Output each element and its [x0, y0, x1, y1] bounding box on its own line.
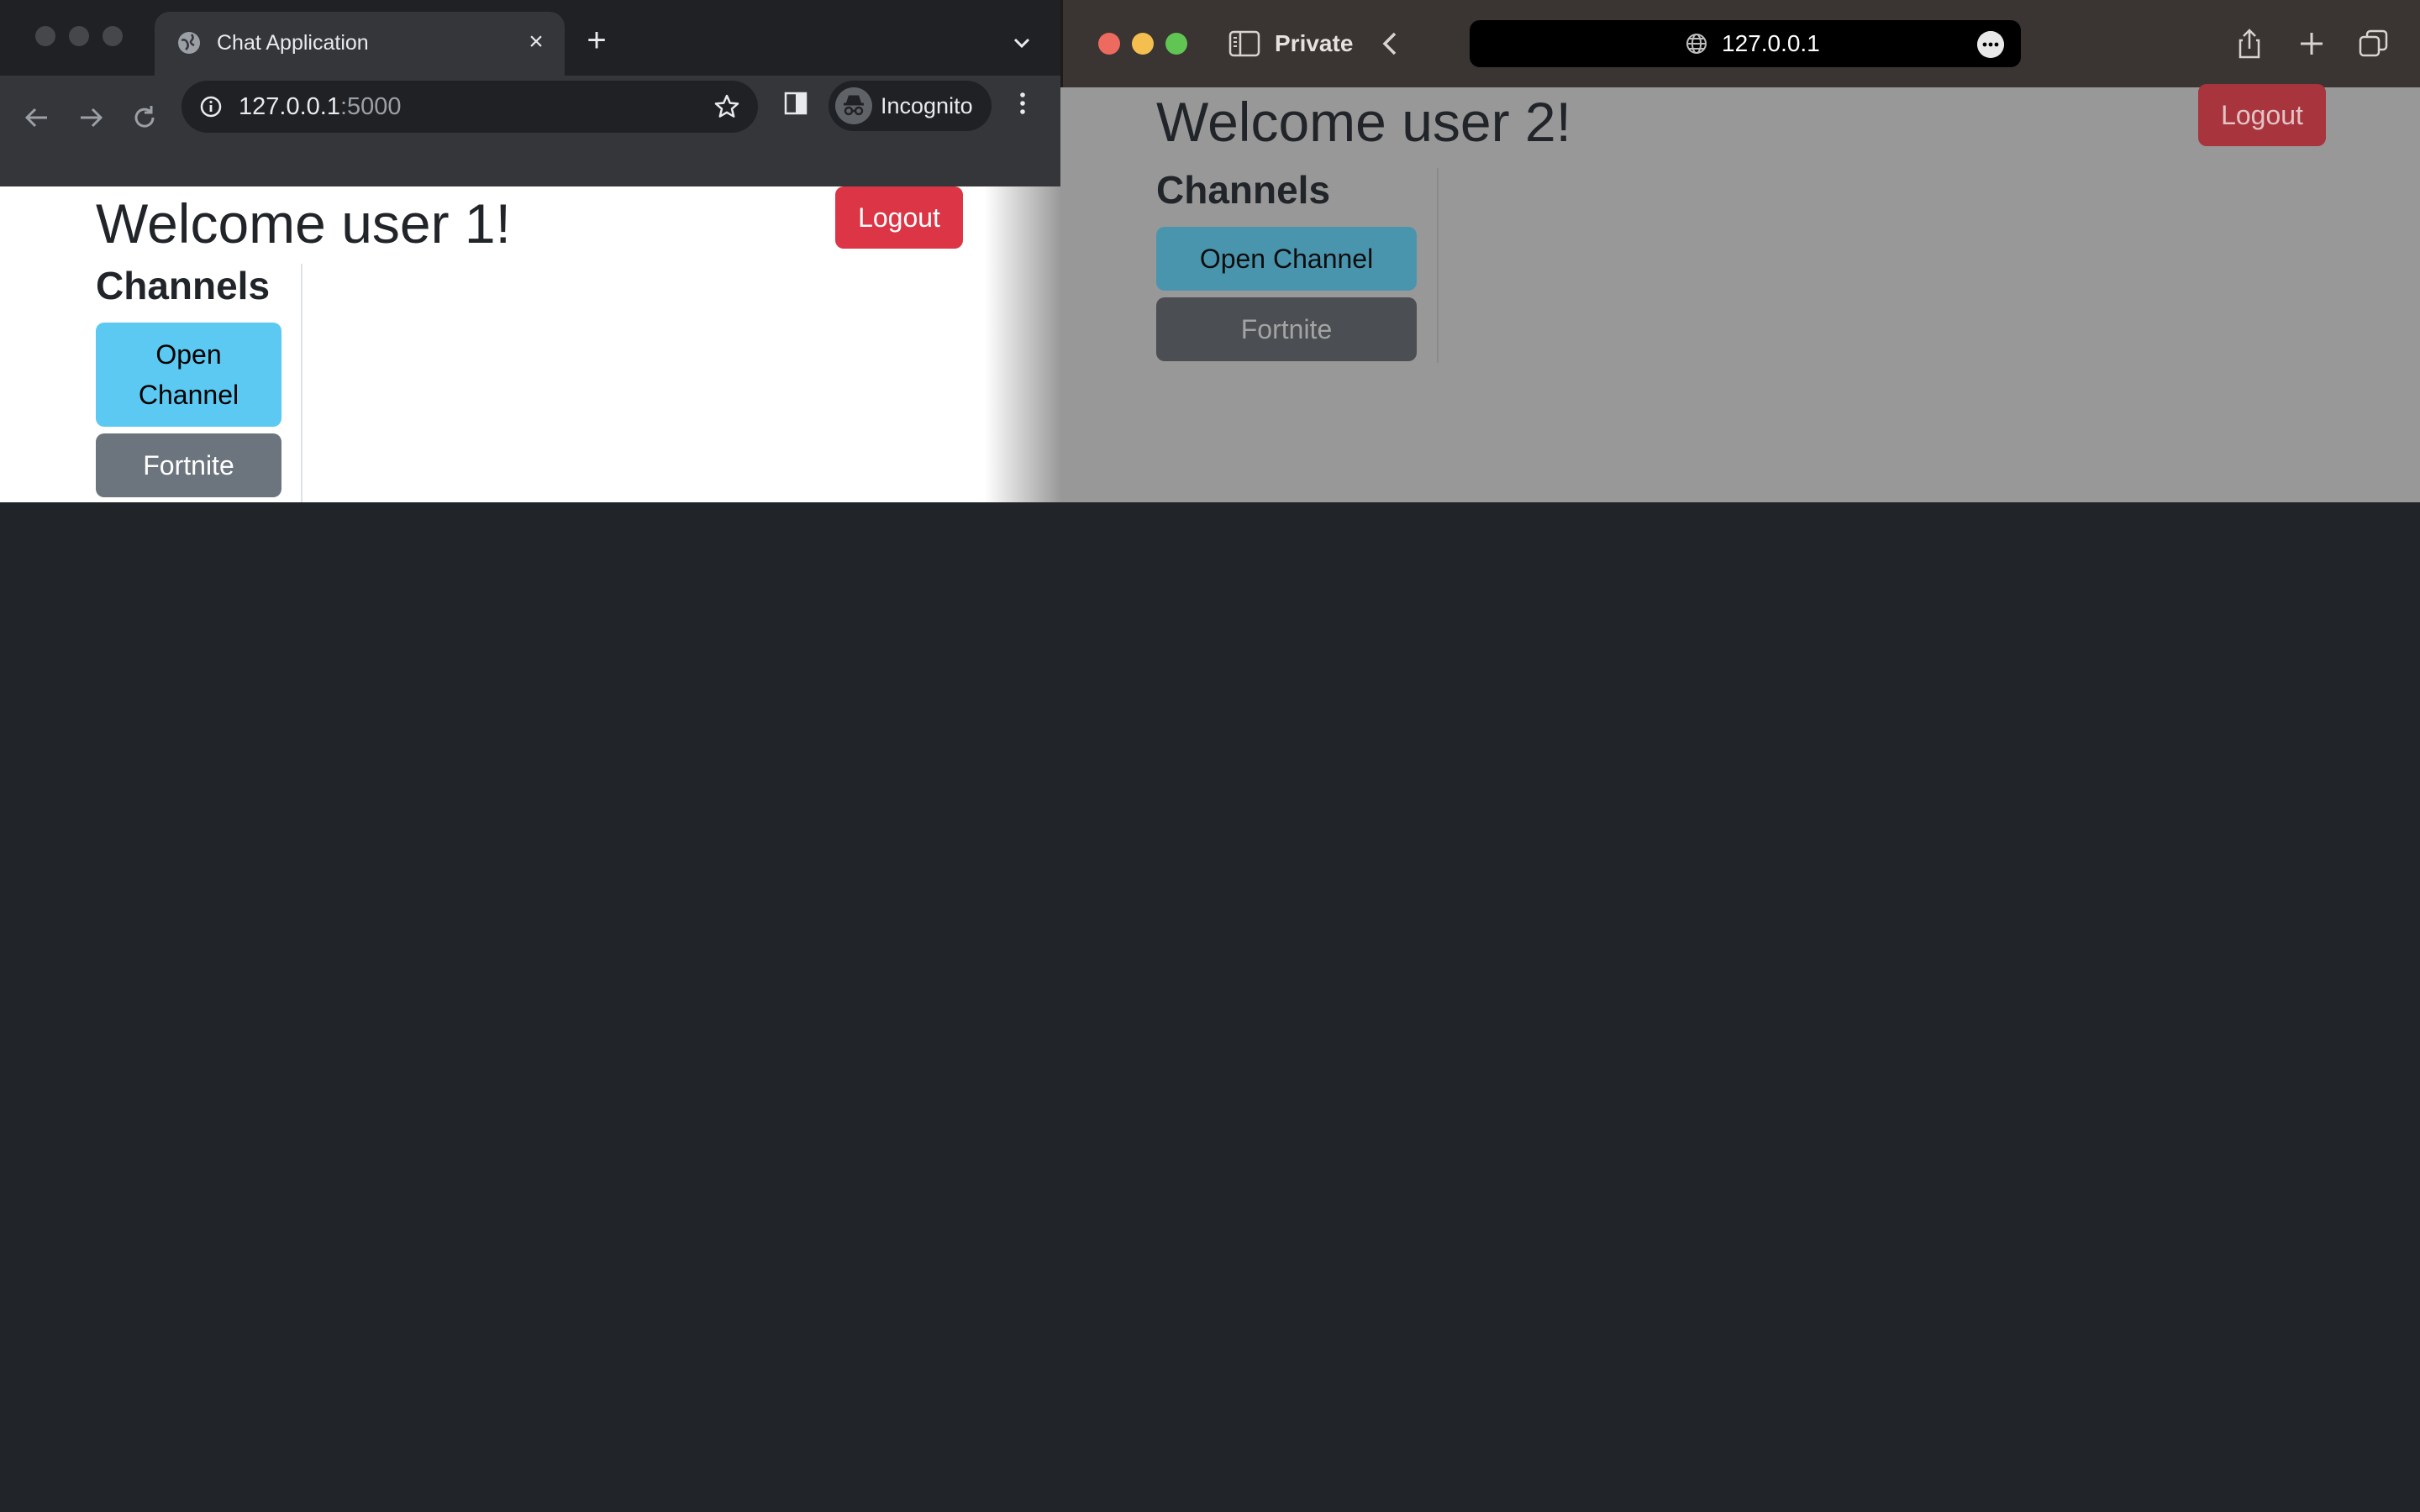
page-title: Welcome user 2! [1156, 91, 1571, 153]
chrome-tab-strip: Chat Application × + [0, 0, 1060, 77]
channels-heading: Channels [1156, 168, 1331, 212]
window-close-button[interactable] [35, 26, 55, 46]
side-panel-icon[interactable] [781, 89, 810, 118]
minimize-light-icon[interactable] [1132, 33, 1154, 55]
plus-icon[interactable] [2295, 27, 2328, 60]
window-shadow [985, 186, 1060, 502]
chevron-down-icon[interactable] [1005, 29, 1039, 57]
globe-icon [178, 32, 200, 54]
address-bar[interactable]: 127.0.0.1:5000 [182, 81, 758, 133]
back-chevron-icon[interactable] [1374, 27, 1407, 60]
channel-fortnite-button[interactable]: Fortnite [96, 433, 281, 497]
close-icon[interactable]: × [521, 27, 551, 57]
tab-title: Chat Application [217, 31, 369, 55]
page-title: Welcome user 1! [96, 192, 511, 255]
sidebar-divider [301, 264, 302, 502]
share-icon[interactable] [2233, 27, 2266, 60]
zoom-light-icon[interactable] [1165, 33, 1187, 55]
sidebar-icon[interactable] [1228, 27, 1261, 60]
channel-open-channel-button[interactable]: Open Channel [1156, 227, 1417, 291]
url-port: :5000 [339, 93, 402, 120]
more-icon[interactable] [1977, 31, 2004, 58]
back-arrow-icon[interactable] [18, 99, 55, 136]
info-icon[interactable] [198, 94, 224, 119]
address-bar[interactable]: 127.0.0.1 [1470, 20, 2021, 67]
window-zoom-button[interactable] [103, 26, 123, 46]
incognito-label: Incognito [881, 93, 973, 118]
address-url: 127.0.0.1:5000 [239, 91, 402, 123]
incognito-icon [835, 87, 872, 124]
channel-fortnite-button[interactable]: Fortnite [1156, 297, 1417, 361]
safari-window: Private 127.0.0.1 Welcome user 2! Logout… [1060, 0, 2420, 502]
safari-toolbar: Private 127.0.0.1 [1060, 0, 2420, 87]
incognito-indicator[interactable]: Incognito [829, 81, 992, 131]
channels-heading: Channels [96, 264, 271, 307]
logout-button[interactable]: Logout [835, 186, 963, 249]
forward-arrow-icon[interactable] [72, 99, 109, 136]
private-label: Private [1275, 30, 1354, 56]
star-icon[interactable] [713, 92, 741, 121]
kebab-menu-icon[interactable] [1008, 89, 1037, 118]
page-content-user2: Welcome user 2! Logout Channels Open Cha… [1060, 84, 2420, 502]
chrome-toolbar: 127.0.0.1:5000 Incognito [0, 76, 1060, 186]
reload-icon[interactable] [126, 99, 163, 136]
address-url: 127.0.0.1 [1722, 30, 1820, 56]
desktop-background [0, 502, 2420, 1512]
tab-chat-application[interactable]: Chat Application × [155, 12, 565, 77]
new-tab-button[interactable]: + [578, 22, 615, 59]
window-minimize-button[interactable] [69, 26, 89, 46]
globe-icon [1686, 34, 1707, 54]
chrome-window: Chat Application × + 127.0.0.1:5000 Inco… [0, 0, 1060, 502]
close-light-icon[interactable] [1098, 33, 1120, 55]
tabs-overview-icon[interactable] [2357, 27, 2391, 60]
channel-open-channel-button[interactable]: Open Channel [96, 323, 281, 427]
page-content-user1: Welcome user 1! Logout Channels Open Cha… [0, 186, 1060, 502]
logout-button[interactable]: Logout [2198, 84, 2326, 146]
url-host: 127.0.0.1 [239, 93, 340, 120]
sidebar-divider [1437, 168, 1439, 363]
